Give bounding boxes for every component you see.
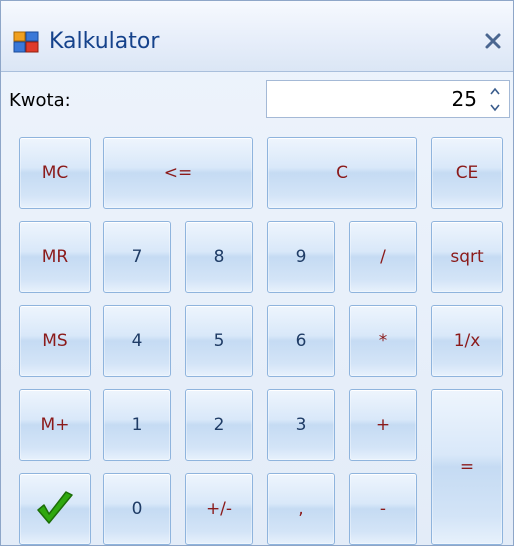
mc-button[interactable]: MC — [19, 137, 91, 209]
backspace-button[interactable]: <= — [103, 137, 253, 209]
digit-2-button[interactable]: 2 — [185, 389, 253, 461]
digit-1-button[interactable]: 1 — [103, 389, 171, 461]
clear-button[interactable]: C — [267, 137, 417, 209]
window-title: Kalkulator — [49, 29, 160, 54]
digit-0-button[interactable]: 0 — [103, 473, 171, 545]
calculator-window: Kalkulator Kwota: MC <= C CE MR 7 8 9 / … — [0, 0, 514, 546]
minus-button[interactable]: - — [349, 473, 417, 545]
calculator-app-icon — [13, 31, 39, 53]
sqrt-button[interactable]: sqrt — [431, 221, 503, 293]
checkmark-icon — [37, 491, 73, 524]
equals-button[interactable]: = — [431, 389, 503, 545]
kwota-field — [266, 80, 510, 118]
plus-button[interactable]: + — [349, 389, 417, 461]
mr-button[interactable]: MR — [19, 221, 91, 293]
comma-button[interactable]: , — [267, 473, 335, 545]
spin-down-button[interactable] — [483, 100, 507, 115]
title-bar[interactable]: Kalkulator — [1, 1, 513, 72]
digit-6-button[interactable]: 6 — [267, 305, 335, 377]
digit-7-button[interactable]: 7 — [103, 221, 171, 293]
digit-9-button[interactable]: 9 — [267, 221, 335, 293]
ms-button[interactable]: MS — [19, 305, 91, 377]
kwota-input[interactable] — [267, 81, 481, 117]
divide-button[interactable]: / — [349, 221, 417, 293]
ok-button[interactable] — [19, 473, 91, 545]
digit-4-button[interactable]: 4 — [103, 305, 171, 377]
chevron-down-icon — [490, 104, 500, 111]
negate-button[interactable]: +/- — [185, 473, 253, 545]
spin-up-button[interactable] — [483, 83, 507, 98]
multiply-button[interactable]: * — [349, 305, 417, 377]
kwota-spinner — [483, 83, 507, 115]
chevron-up-icon — [490, 87, 500, 94]
reciprocal-button[interactable]: 1/x — [431, 305, 503, 377]
digit-3-button[interactable]: 3 — [267, 389, 335, 461]
close-icon — [485, 33, 501, 49]
m-plus-button[interactable]: M+ — [19, 389, 91, 461]
digit-5-button[interactable]: 5 — [185, 305, 253, 377]
close-button[interactable] — [479, 27, 507, 55]
digit-8-button[interactable]: 8 — [185, 221, 253, 293]
clear-entry-button[interactable]: CE — [431, 137, 503, 209]
kwota-label: Kwota: — [9, 90, 71, 111]
